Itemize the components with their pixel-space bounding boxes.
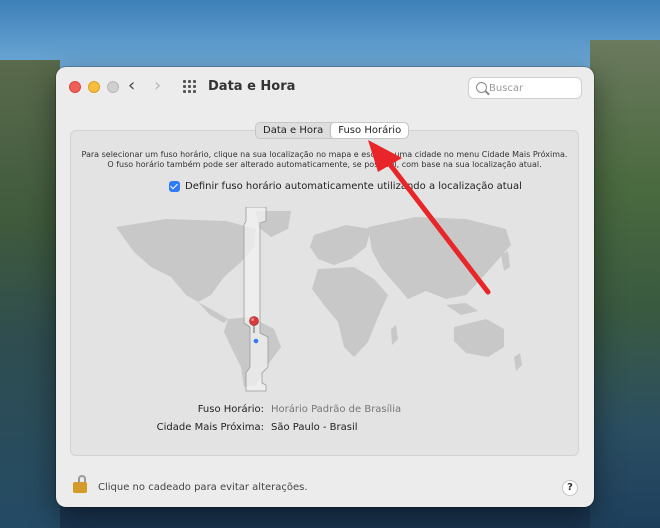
tab-date-time[interactable]: Data e Hora [256, 123, 330, 138]
search-field[interactable] [468, 77, 582, 99]
closest-city-value[interactable]: São Paulo - Brasil [271, 422, 358, 433]
land-australia [454, 319, 504, 357]
land-africa [312, 267, 388, 357]
minimize-button[interactable] [88, 81, 100, 93]
desktop-wallpaper-left [0, 60, 60, 528]
land-indonesia [446, 303, 478, 315]
land-asia [368, 217, 511, 299]
back-button[interactable]: ‹ [128, 76, 135, 96]
tab-bar: Data e Hora Fuso Horário [255, 122, 410, 139]
timezone-value: Horário Padrão de Brasília [271, 404, 402, 415]
preferences-window: ‹ › Data e Hora Data e Hora Fuso Horário… [56, 67, 594, 507]
titlebar: ‹ › Data e Hora [56, 67, 594, 107]
tab-time-zone[interactable]: Fuso Horário [330, 123, 409, 138]
lock-icon[interactable] [73, 475, 87, 493]
instructions-line-2: O fuso horário também pode ser alterado … [107, 160, 542, 169]
land-europe [310, 225, 371, 265]
forward-button[interactable]: › [154, 76, 161, 96]
help-button[interactable]: ? [562, 480, 578, 496]
window-title: Data e Hora [208, 79, 296, 94]
close-button[interactable] [69, 81, 81, 93]
current-city-dot [253, 338, 259, 344]
zoom-button[interactable] [107, 81, 119, 93]
timezone-label: Fuso Horário: [197, 404, 264, 415]
search-icon [476, 82, 487, 93]
auto-timezone-row[interactable]: Definir fuso horário automaticamente uti… [169, 181, 522, 192]
instructions-line-1: Para selecionar um fuso horário, clique … [81, 150, 568, 159]
land-north-america [116, 219, 256, 302]
closest-city-label: Cidade Mais Próxima: [156, 422, 264, 433]
grid-icon[interactable] [183, 80, 197, 94]
land-new-zealand [514, 353, 522, 371]
lock-text: Clique no cadeado para evitar alterações… [98, 482, 308, 493]
desktop-wallpaper-right [590, 40, 660, 528]
world-map[interactable] [106, 207, 526, 393]
land-madagascar [391, 325, 398, 345]
search-input[interactable] [489, 80, 577, 96]
auto-timezone-label[interactable]: Definir fuso horário automaticamente uti… [185, 181, 522, 192]
map-land [116, 211, 522, 387]
land-central-america [198, 302, 228, 323]
auto-timezone-checkbox[interactable] [169, 181, 180, 192]
instructions: Para selecionar um fuso horário, clique … [70, 150, 579, 170]
